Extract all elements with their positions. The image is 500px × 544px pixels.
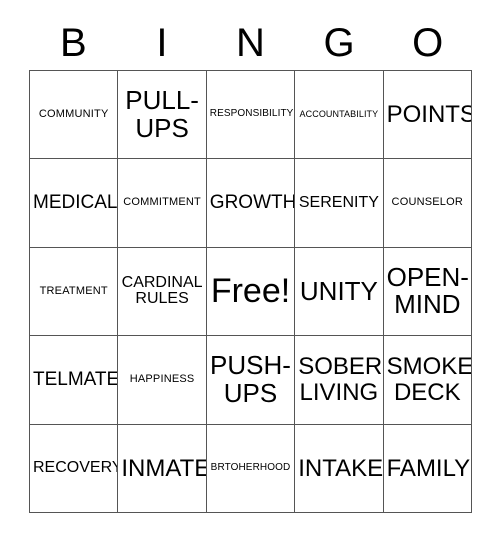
bingo-cell-label: COUNSELOR <box>391 196 464 209</box>
bingo-cell[interactable]: INTAKE <box>295 424 384 513</box>
bingo-cell[interactable]: TELMATE <box>30 336 119 425</box>
bingo-cell-label: FAMILY <box>386 454 471 482</box>
bingo-cell-label: TREATMENT <box>39 284 108 297</box>
bingo-cell[interactable]: SERENITY <box>295 159 384 248</box>
bingo-cell-label: COMMITMENT <box>123 196 201 209</box>
bingo-cell-label: INTAKE <box>298 454 384 482</box>
bingo-cell-label: INMATE <box>121 454 207 482</box>
bingo-cell-label: COMMUNITY <box>38 107 109 120</box>
bingo-header-letter-o: O <box>412 21 444 65</box>
bingo-cell[interactable]: SMOKE DECK <box>383 336 472 425</box>
bingo-cell[interactable]: PULL- UPS <box>118 71 207 160</box>
bingo-cell[interactable]: CARDINAL RULES <box>118 247 207 337</box>
bingo-cell[interactable]: INMATE <box>118 424 207 513</box>
bingo-cell-label: GROWTH <box>209 192 296 214</box>
bingo-header-letter-n: N <box>236 21 265 65</box>
bingo-cell-label: Free! <box>210 272 291 311</box>
bingo-free-space[interactable]: Free! <box>206 247 296 337</box>
bingo-cell-label: PULL- UPS <box>125 85 199 143</box>
bingo-cell-label: ACCOUNTABILITY <box>299 108 379 119</box>
bingo-cell[interactable]: TREATMENT <box>30 247 119 337</box>
bingo-cell[interactable]: COMMITMENT <box>118 159 207 248</box>
bingo-cell-label: SOBER LIVING <box>298 353 383 406</box>
bingo-header: BINGO <box>29 18 472 68</box>
bingo-cell-label: BRTOHERHOOD <box>210 462 291 473</box>
bingo-cell-label: MEDICAL <box>33 192 118 214</box>
bingo-cell-label: HAPPINESS <box>129 373 195 386</box>
bingo-header-letter-i: I <box>156 21 168 65</box>
bingo-cell-label: SERENITY <box>298 193 379 211</box>
bingo-cell[interactable]: POINTS <box>383 71 472 160</box>
bingo-card: B I N G O COMMUNITY PULL- UPS RESPONSIBILITY AC… <box>0 0 500 544</box>
bingo-cell[interactable]: MEDICAL <box>30 159 119 248</box>
bingo-grid: COMMUNITY PULL- UPS RESPONSIBILITY ACCOUNTA… <box>29 70 472 513</box>
bingo-cell[interactable]: HAPPINESS <box>118 336 207 425</box>
bingo-cell[interactable]: BRTOHERHOOD <box>206 424 296 513</box>
bingo-cell[interactable]: COUNSELOR <box>383 159 472 248</box>
bingo-header-letter-g: G <box>323 21 355 65</box>
bingo-cell-label: UNITY <box>299 275 378 306</box>
bingo-cell-label: RECOVERY <box>33 458 119 476</box>
bingo-cell[interactable]: COMMUNITY <box>30 71 119 160</box>
bingo-cell-label: POINTS <box>386 100 472 128</box>
bingo-cell-label: OPEN- MIND <box>386 261 469 320</box>
bingo-cell[interactable]: GROWTH <box>206 159 296 248</box>
bingo-header-letter-b: B <box>59 21 87 65</box>
bingo-cell[interactable]: OPEN- MIND <box>383 247 472 337</box>
bingo-cell-label: RESPONSIBILITY <box>209 108 294 120</box>
bingo-cell[interactable]: SOBER LIVING <box>295 336 384 425</box>
bingo-cell[interactable]: RECOVERY <box>30 424 119 513</box>
bingo-cell-label: PUSH- UPS <box>210 350 291 408</box>
bingo-cell[interactable]: UNITY <box>295 247 384 337</box>
bingo-cell[interactable]: RESPONSIBILITY <box>206 71 296 160</box>
bingo-cell[interactable]: FAMILY <box>383 424 472 513</box>
bingo-cell-label: CARDINAL RULES <box>121 273 203 308</box>
bingo-cell[interactable]: PUSH- UPS <box>206 336 296 425</box>
bingo-cell[interactable]: ACCOUNTABILITY <box>295 71 384 160</box>
bingo-cell-label: TELMATE <box>33 368 119 390</box>
bingo-cell-label: SMOKE DECK <box>386 353 472 406</box>
